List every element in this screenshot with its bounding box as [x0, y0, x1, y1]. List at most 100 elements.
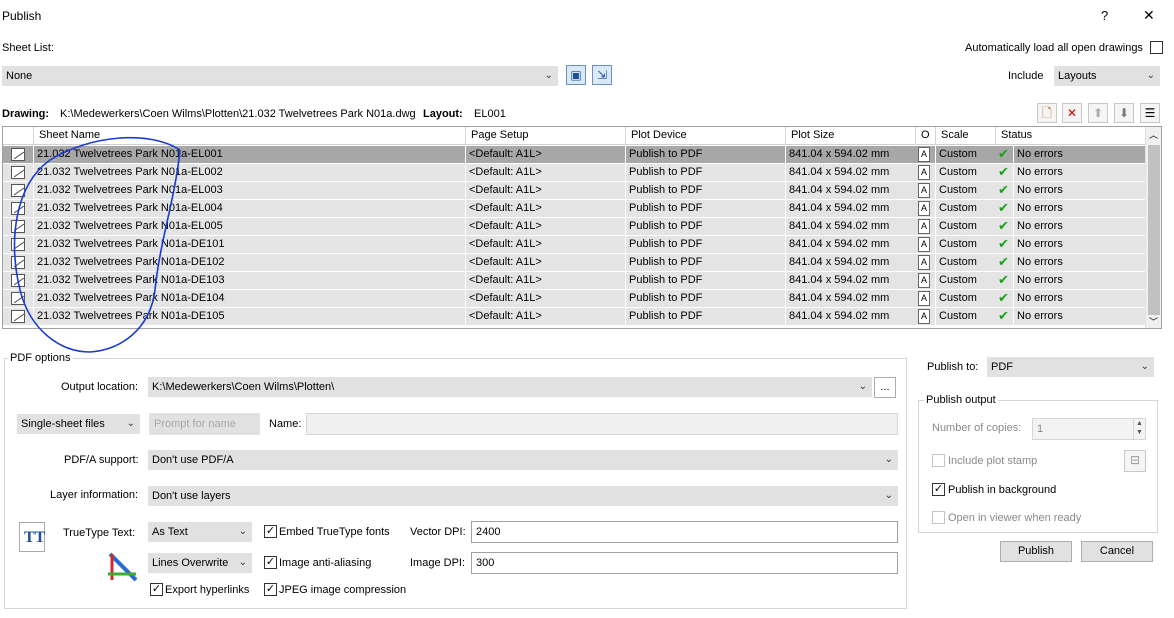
status-ok-icon: ✔	[998, 218, 1009, 233]
publish-button[interactable]: Publish	[1000, 541, 1072, 562]
cell-size: 841.04 x 594.02 mm	[785, 254, 915, 271]
name-label: Name:	[269, 418, 302, 430]
cell-status: No errors	[1013, 272, 1147, 289]
embed-fonts-label: Embed TrueType fonts	[279, 526, 390, 538]
table-row[interactable]: 21.032 Twelvetrees Park N01a-EL004 <Defau…	[3, 200, 1146, 218]
include-dropdown[interactable]: Layouts ⌄	[1054, 66, 1160, 86]
table-scrollbar[interactable]: ︿ ﹀	[1145, 127, 1161, 328]
jpeg-compression-label: JPEG image compression	[279, 584, 407, 596]
file-type-dropdown[interactable]: Single-sheet files ⌄	[17, 414, 140, 434]
anti-aliasing-checkbox[interactable]: ✓	[264, 556, 277, 569]
orientation-icon: A	[918, 291, 930, 306]
export-hyperlinks-label: Export hyperlinks	[165, 584, 250, 596]
col-scale[interactable]: Scale	[935, 127, 995, 145]
arrow-up-icon: ⬆	[1092, 106, 1104, 120]
table-row[interactable]: 21.032 Twelvetrees Park N01a-DE103 <Defau…	[3, 272, 1146, 290]
remove-icon: ✕	[1066, 106, 1078, 120]
sheet-options-button[interactable]: ☰	[1140, 103, 1160, 123]
cell-status: No errors	[1013, 200, 1147, 217]
add-sheet-icon: 🗋	[1042, 106, 1052, 120]
move-up-button[interactable]: ⬆	[1088, 103, 1108, 123]
cell-name: 21.032 Twelvetrees Park N01a-EL004	[33, 200, 465, 217]
col-orientation[interactable]: O	[915, 127, 935, 145]
orientation-icon: A	[918, 255, 930, 270]
cell-scale: Custom	[935, 254, 995, 271]
close-button[interactable]: ✕	[1143, 7, 1155, 24]
load-sheet-list-button[interactable]: ⇲	[592, 65, 612, 85]
add-sheets-button[interactable]: 🗋	[1037, 103, 1057, 123]
col-plot-device[interactable]: Plot Device	[625, 127, 785, 145]
pdfa-label: PDF/A support:	[64, 454, 139, 466]
cell-scale: Custom	[935, 200, 995, 217]
export-hyperlinks-checkbox[interactable]: ✓	[150, 583, 163, 596]
image-dpi-field[interactable]: 300	[471, 552, 898, 574]
status-ok-icon: ✔	[998, 290, 1009, 305]
plot-stamp-checkbox[interactable]	[932, 454, 945, 467]
table-row[interactable]: 21.032 Twelvetrees Park N01a-DE104 <Defau…	[3, 290, 1146, 308]
embed-fonts-checkbox[interactable]: ✓	[264, 525, 277, 538]
publish-to-dropdown[interactable]: PDF ⌄	[987, 357, 1154, 377]
plot-stamp-settings-button[interactable]: ⊟	[1124, 450, 1146, 472]
open-viewer-checkbox[interactable]	[932, 511, 945, 524]
prompt-for-name-field[interactable]: Prompt for name	[149, 413, 260, 435]
layout-sheet-icon	[11, 256, 25, 269]
cell-status: No errors	[1013, 254, 1147, 271]
table-row[interactable]: 21.032 Twelvetrees Park N01a-EL001 <Defau…	[3, 146, 1146, 164]
jpeg-compression-checkbox[interactable]: ✓	[264, 583, 277, 596]
chevron-down-icon: ⌄	[1146, 70, 1155, 81]
table-row[interactable]: 21.032 Twelvetrees Park N01a-DE101 <Defau…	[3, 236, 1146, 254]
cell-scale: Custom	[935, 182, 995, 199]
remove-sheets-button[interactable]: ✕	[1062, 103, 1082, 123]
publish-background-checkbox[interactable]: ✓	[932, 483, 945, 496]
table-row[interactable]: 21.032 Twelvetrees Park N01a-DE102 <Defau…	[3, 254, 1146, 272]
chevron-down-icon: ⌄	[884, 454, 893, 465]
col-page-setup[interactable]: Page Setup	[465, 127, 625, 145]
status-ok-icon: ✔	[998, 308, 1009, 323]
auto-load-checkbox[interactable]	[1150, 41, 1163, 54]
vector-dpi-label: Vector DPI:	[410, 526, 466, 538]
browse-output-button[interactable]: ...	[874, 377, 896, 398]
sheet-list-dropdown[interactable]: None ⌄	[2, 66, 558, 86]
copies-spinner[interactable]: ▲ ▼	[1133, 419, 1145, 439]
cell-device: Publish to PDF	[625, 290, 785, 307]
chevron-up-icon[interactable]: ︿	[1149, 128, 1158, 141]
image-dpi-label: Image DPI:	[410, 557, 466, 569]
cell-scale: Custom	[935, 218, 995, 235]
open-viewer-label: Open in viewer when ready	[948, 512, 1082, 524]
scrollbar-thumb[interactable]	[1148, 145, 1160, 315]
sheet-table[interactable]: Sheet Name Page Setup Plot Device Plot S…	[2, 126, 1162, 329]
copies-field[interactable]: 1	[1032, 418, 1146, 440]
table-row[interactable]: 21.032 Twelvetrees Park N01a-EL003 <Defau…	[3, 182, 1146, 200]
cell-device: Publish to PDF	[625, 146, 785, 163]
table-row[interactable]: 21.032 Twelvetrees Park N01a-EL002 <Defau…	[3, 164, 1146, 182]
layer-info-dropdown[interactable]: Don't use layers ⌄	[148, 486, 898, 506]
publish-background-label: Publish in background	[948, 484, 1057, 496]
layout-value: EL001	[474, 108, 506, 120]
help-button[interactable]: ?	[1101, 8, 1108, 23]
save-sheet-list-button[interactable]: ▣	[566, 65, 586, 85]
table-row[interactable]: 21.032 Twelvetrees Park N01a-EL005 <Defau…	[3, 218, 1146, 236]
table-row[interactable]: 21.032 Twelvetrees Park N01a-DE105 <Defau…	[3, 308, 1146, 326]
chevron-down-icon[interactable]: ﹀	[1149, 315, 1158, 328]
col-plot-size[interactable]: Plot Size	[785, 127, 915, 145]
orientation-icon: A	[918, 201, 930, 216]
name-field[interactable]	[306, 413, 898, 435]
pdfa-dropdown[interactable]: Don't use PDF/A ⌄	[148, 450, 898, 470]
cell-status: No errors	[1013, 146, 1147, 163]
layer-info-label: Layer information:	[50, 489, 139, 501]
cell-size: 841.04 x 594.02 mm	[785, 308, 915, 325]
col-sheet-name[interactable]: Sheet Name	[33, 127, 465, 145]
settings-icon: ⊟	[1129, 453, 1141, 467]
move-down-button[interactable]: ⬇	[1114, 103, 1134, 123]
cancel-button[interactable]: Cancel	[1081, 541, 1153, 562]
cell-scale: Custom	[935, 272, 995, 289]
lines-merge-dropdown[interactable]: Lines Overwrite ⌄	[148, 553, 252, 573]
col-status[interactable]: Status	[995, 127, 1147, 145]
status-ok-icon: ✔	[998, 272, 1009, 287]
vector-dpi-field[interactable]: 2400	[471, 521, 898, 543]
cell-size: 841.04 x 594.02 mm	[785, 146, 915, 163]
lines-merge-value: Lines Overwrite	[152, 557, 229, 569]
truetype-dropdown[interactable]: As Text ⌄	[148, 522, 252, 542]
output-location-dropdown[interactable]: K:\Medewerkers\Coen Wilms\Plotten\ ⌄	[148, 377, 872, 397]
publish-output-title: Publish output	[924, 394, 998, 406]
